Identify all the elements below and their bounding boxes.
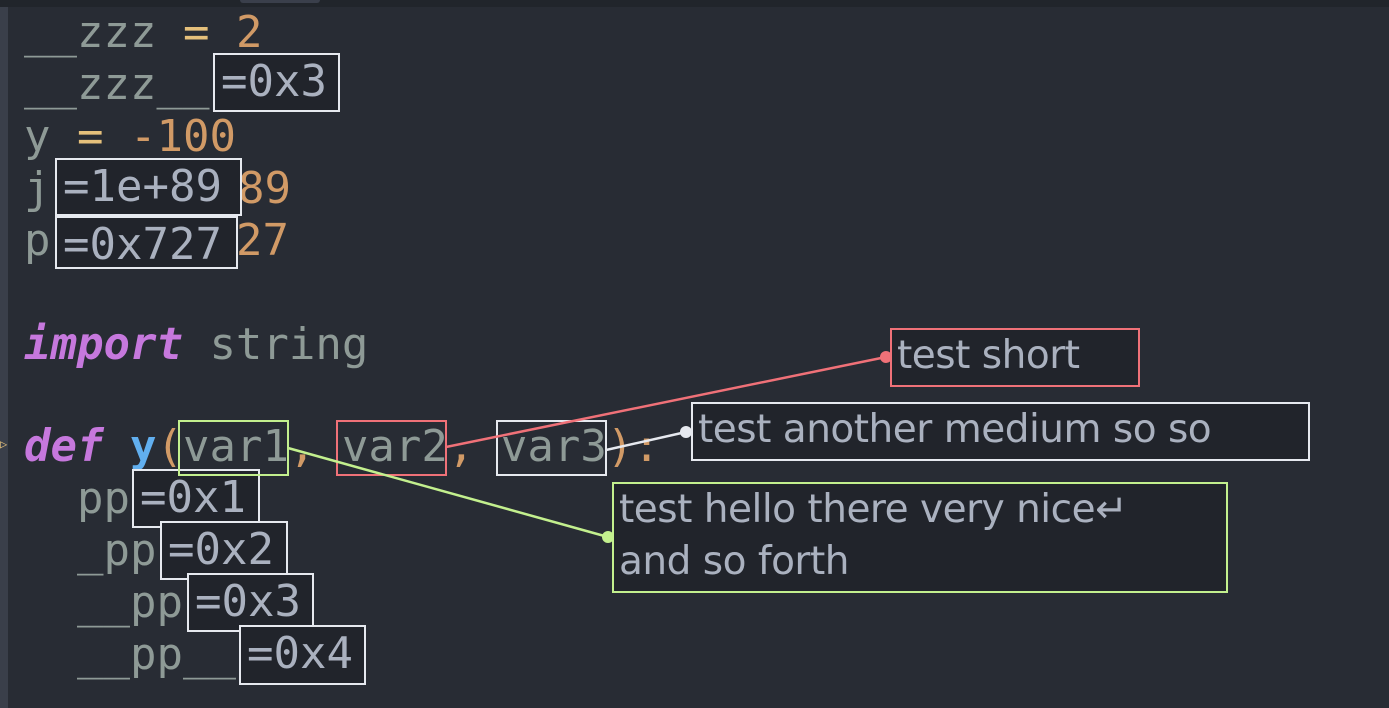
annotation-label: test another medium so so: [691, 402, 1310, 461]
annotation-label: test short: [890, 328, 1140, 387]
connector-lines: [287, 351, 892, 543]
connector-var1: [287, 446, 609, 539]
connector-var3: [605, 430, 687, 452]
annotation-label: test hello there very nice↵ and so forth: [612, 482, 1228, 593]
